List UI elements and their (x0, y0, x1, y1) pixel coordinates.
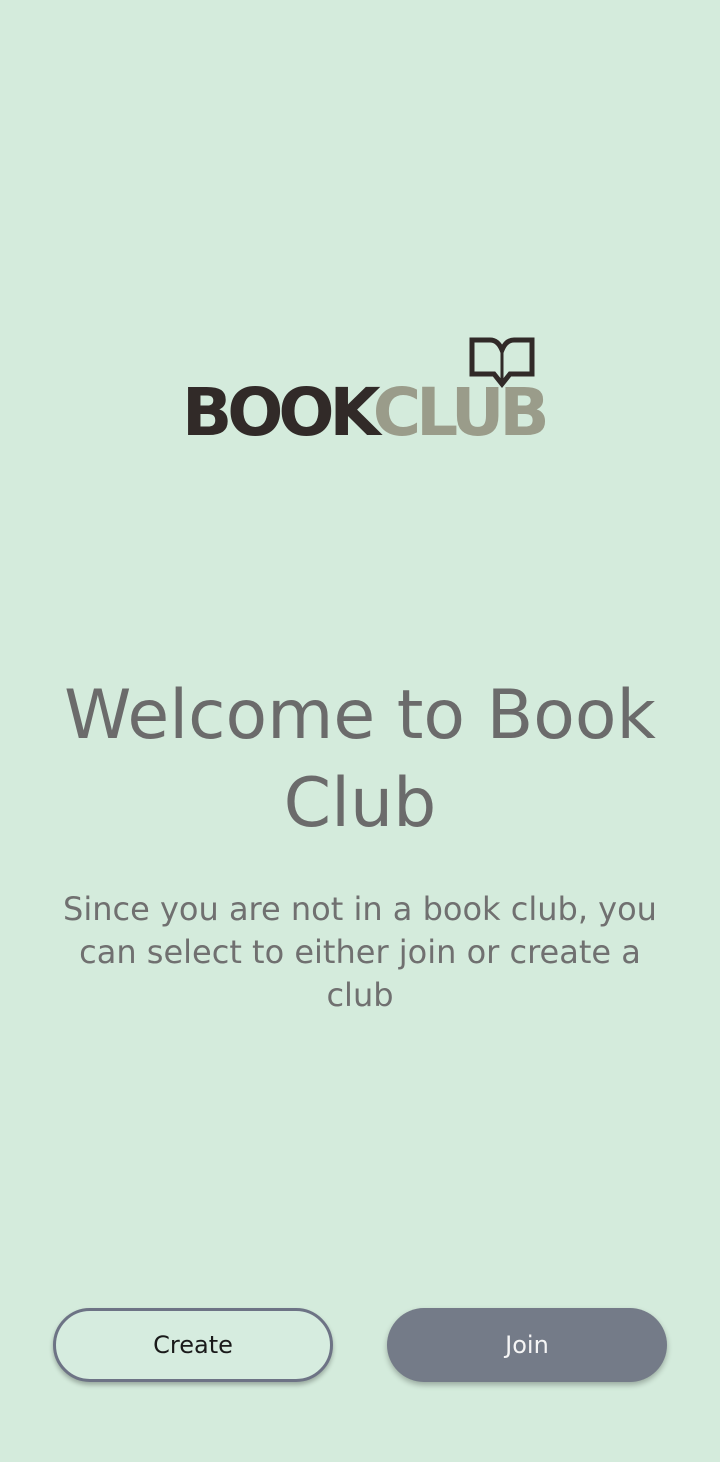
logo-word-book: BOOK (182, 374, 378, 451)
welcome-title: Welcome to Book Club (64, 676, 656, 843)
open-book-icon (469, 337, 535, 389)
welcome-subtitle: Since you are not in a book club, you ca… (63, 890, 657, 1014)
join-button[interactable]: Join (387, 1308, 667, 1382)
create-button[interactable]: Create (53, 1308, 333, 1382)
book-club-logo: BOOKCLUB (182, 336, 550, 446)
